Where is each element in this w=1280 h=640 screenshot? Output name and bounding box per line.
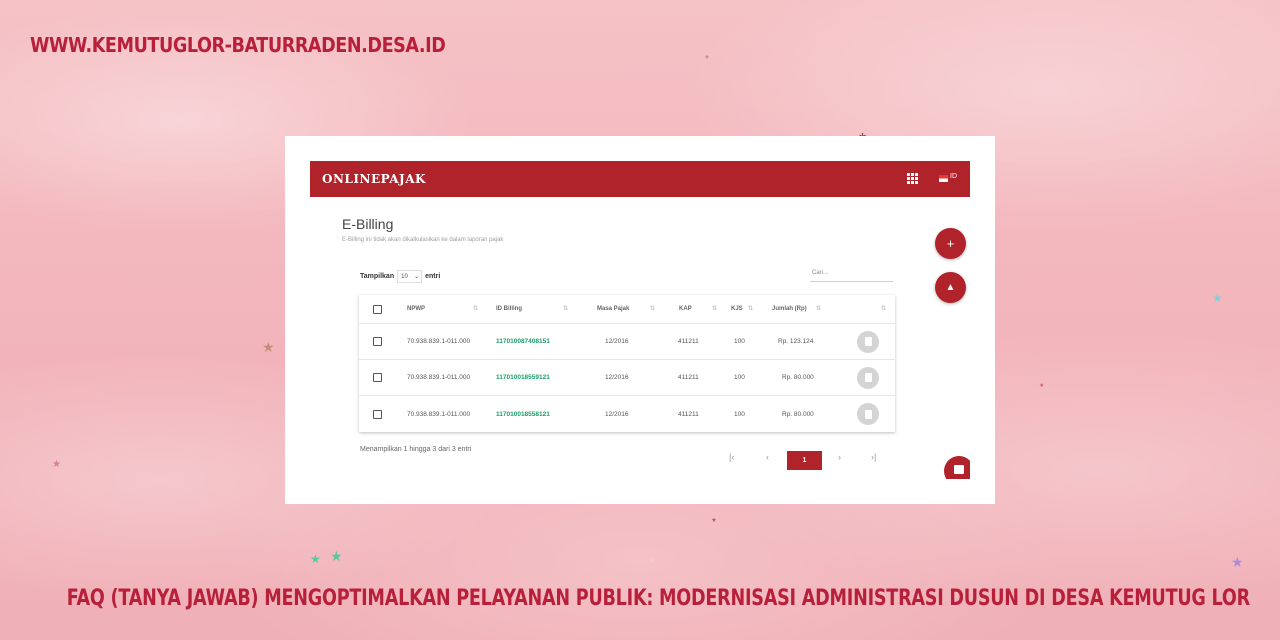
row-checkbox[interactable] (373, 373, 382, 382)
chat-icon (954, 465, 964, 474)
sort-icon[interactable]: ⇅ (881, 305, 886, 312)
star-decoration: ★ (1231, 554, 1244, 570)
column-header-masa-pajak[interactable]: Masa Pajak (597, 295, 629, 323)
indonesia-flag-icon[interactable] (939, 175, 948, 182)
star-decoration: ★ (262, 339, 275, 355)
entries-label: Tampilkan (360, 273, 395, 280)
star-decoration: * (1040, 382, 1044, 392)
first-page-button[interactable]: |‹ (729, 452, 734, 462)
star-decoration: * (712, 517, 716, 528)
delete-button[interactable] (857, 330, 879, 353)
upload-button[interactable]: ▲ (935, 272, 966, 303)
column-header-id-billing[interactable]: ID Billing (496, 295, 522, 323)
cell-id-billing[interactable]: 117010087408151 (496, 324, 550, 359)
upload-icon: ▲ (945, 282, 956, 293)
column-header-kjs[interactable]: KJS (731, 295, 743, 323)
cell-masa-pajak: 12/2016 (605, 338, 629, 345)
star-decoration: ★ (1212, 291, 1223, 305)
cell-jumlah: Rp. 80.000 (782, 410, 814, 418)
cell-id-billing[interactable]: 117010018558121 (496, 396, 550, 432)
star-decoration: * (705, 54, 709, 65)
star-decoration: ★ (310, 552, 321, 566)
table-row[interactable]: 70.938.839.1-011.000 117010087408151 12/… (359, 324, 895, 360)
cell-kjs: 100 (734, 338, 745, 345)
cell-npwp: 70.938.839.1-011.000 (407, 338, 471, 345)
app-screenshot: ONLINEPAJAK ID E-Billing E-Billing ini t… (285, 136, 995, 504)
delete-button[interactable] (857, 366, 879, 389)
trash-icon (864, 409, 872, 419)
app-logo[interactable]: ONLINEPAJAK (322, 172, 426, 186)
trash-icon (864, 337, 872, 346)
sort-icon[interactable]: ⇅ (748, 305, 753, 312)
page-1-button[interactable]: 1 (787, 451, 822, 470)
entries-control: Tampilkan 10 ⌄ entri (360, 270, 440, 283)
apps-grid-icon[interactable] (907, 173, 918, 184)
column-header-jumlah[interactable]: Jumlah (Rp) (772, 295, 807, 323)
cell-kjs: 100 (734, 374, 745, 381)
table-info: Menampilkan 1 hingga 3 dari 3 entri (360, 446, 472, 453)
cell-kap: 411211 (678, 338, 699, 345)
article-headline: FAQ (TANYA JAWAB) MENGOPTIMALKAN PELAYAN… (66, 586, 1250, 611)
language-label[interactable]: ID (950, 173, 957, 180)
chevron-down-icon: ⌄ (414, 274, 420, 280)
row-checkbox[interactable] (373, 409, 382, 419)
column-header-npwp[interactable]: NPWP (407, 295, 425, 323)
cell-jumlah: Rp. 80.000 (782, 374, 814, 381)
star-decoration: ★ (52, 459, 61, 470)
site-url: WWW.KEMUTUGLOR-BATURRADEN.DESA.ID (30, 33, 446, 57)
cell-jumlah: Rp. 123.124 (778, 338, 814, 345)
cell-id-billing[interactable]: 117010018559121 (496, 360, 550, 395)
sort-icon[interactable]: ⇅ (473, 305, 478, 312)
star-decoration: ★ (330, 548, 343, 564)
cell-npwp: 70.938.839.1-011.000 (407, 410, 471, 418)
table-row[interactable]: 70.938.839.1-011.000 117010018558121 12/… (359, 396, 895, 432)
cell-kap: 411211 (678, 410, 699, 418)
table-header-row: NPWP ⇅ ID Billing ⇅ Masa Pajak ⇅ KAP ⇅ K… (359, 295, 895, 324)
row-checkbox[interactable] (373, 337, 382, 346)
sort-icon[interactable]: ⇅ (650, 305, 655, 312)
add-billing-button[interactable]: + (935, 228, 966, 259)
cell-masa-pajak: 12/2016 (605, 410, 629, 418)
cell-npwp: 70.938.839.1-011.000 (407, 374, 471, 381)
cell-kap: 411211 (678, 374, 699, 381)
entries-select[interactable]: 10 ⌄ (397, 270, 423, 283)
chat-button[interactable] (944, 456, 970, 479)
page-subtitle: E-Billing ini tidak akan dikalkulasikan … (342, 237, 504, 243)
page-title: E-Billing (342, 216, 394, 232)
sort-icon[interactable]: ⇅ (816, 305, 821, 312)
sort-icon[interactable]: ⇅ (712, 305, 717, 312)
cell-kjs: 100 (734, 410, 745, 418)
table-row[interactable]: 70.938.839.1-011.000 117010018559121 12/… (359, 360, 895, 396)
star-decoration: * (650, 557, 654, 567)
app-header: ONLINEPAJAK ID (310, 161, 970, 197)
prev-page-button[interactable]: ‹ (766, 452, 769, 462)
sort-icon[interactable]: ⇅ (563, 305, 568, 312)
search-input[interactable]: Cari... (810, 270, 893, 282)
trash-icon (864, 373, 872, 382)
entries-value: 10 (401, 273, 408, 280)
last-page-button[interactable]: ›| (871, 452, 876, 462)
select-all-checkbox[interactable] (373, 304, 382, 314)
entries-suffix: entri (425, 273, 441, 280)
delete-button[interactable] (857, 403, 879, 425)
cell-masa-pajak: 12/2016 (605, 374, 629, 381)
billing-table: NPWP ⇅ ID Billing ⇅ Masa Pajak ⇅ KAP ⇅ K… (359, 295, 895, 432)
plus-icon: + (946, 236, 955, 251)
column-header-kap[interactable]: KAP (679, 295, 692, 323)
next-page-button[interactable]: › (838, 452, 841, 462)
